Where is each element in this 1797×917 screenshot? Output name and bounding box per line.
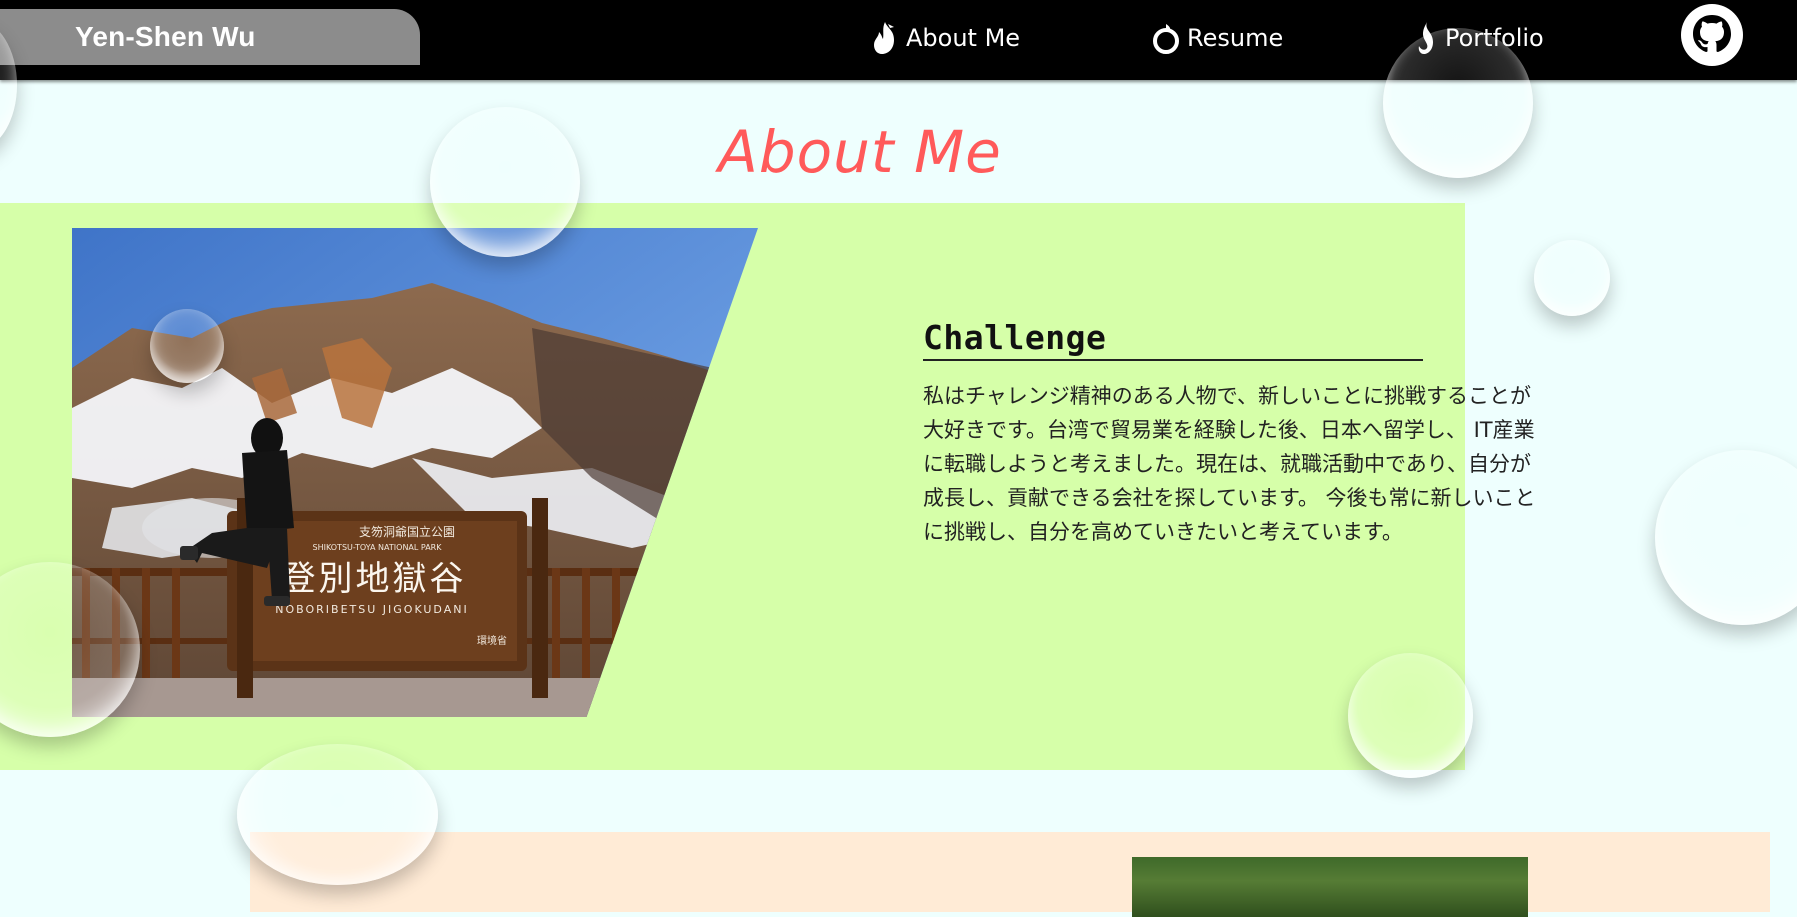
next-section-photo	[1132, 857, 1528, 917]
flame-icon	[874, 22, 894, 54]
about-section-title: About Me	[718, 118, 1002, 186]
nav-portfolio[interactable]: Portfolio	[1415, 18, 1544, 58]
nav-resume-label[interactable]: Resume	[1187, 24, 1283, 52]
nav-resume[interactable]: Resume	[1151, 18, 1283, 58]
challenge-heading: Challenge	[923, 318, 1423, 361]
ring-icon	[1153, 24, 1179, 54]
sign-main-text: 登別地獄谷	[282, 559, 467, 599]
github-icon[interactable]	[1680, 3, 1744, 67]
sign-top-en: SHIKOTSU-TOYA NATIONAL PARK	[313, 543, 443, 552]
nav-about-me-label[interactable]: About Me	[906, 24, 1020, 52]
sign-en-text: NOBORIBETSU JIGOKUDANI	[275, 603, 468, 616]
brand-tab[interactable]: Yen-Shen Wu	[0, 9, 420, 65]
nav-portfolio-label[interactable]: Portfolio	[1445, 24, 1544, 52]
fire-swirl-icon	[1418, 22, 1433, 54]
bubble	[1655, 450, 1797, 625]
next-section-panel	[250, 832, 1770, 912]
challenge-body: 私はチャレンジ精神のある人物で、新しいことに挑戦することが大好きです。台湾で貿易…	[923, 384, 1536, 544]
brand-name[interactable]: Yen-Shen Wu	[75, 21, 256, 53]
sign-small-text: 環境省	[477, 634, 507, 647]
sign-top-jp: 支笏洞爺国立公園	[359, 524, 455, 539]
nav-about-me[interactable]: About Me	[870, 18, 1020, 58]
top-navbar: Yen-Shen Wu About Me Resume Portfolio	[0, 0, 1797, 80]
bubble	[1534, 240, 1610, 316]
